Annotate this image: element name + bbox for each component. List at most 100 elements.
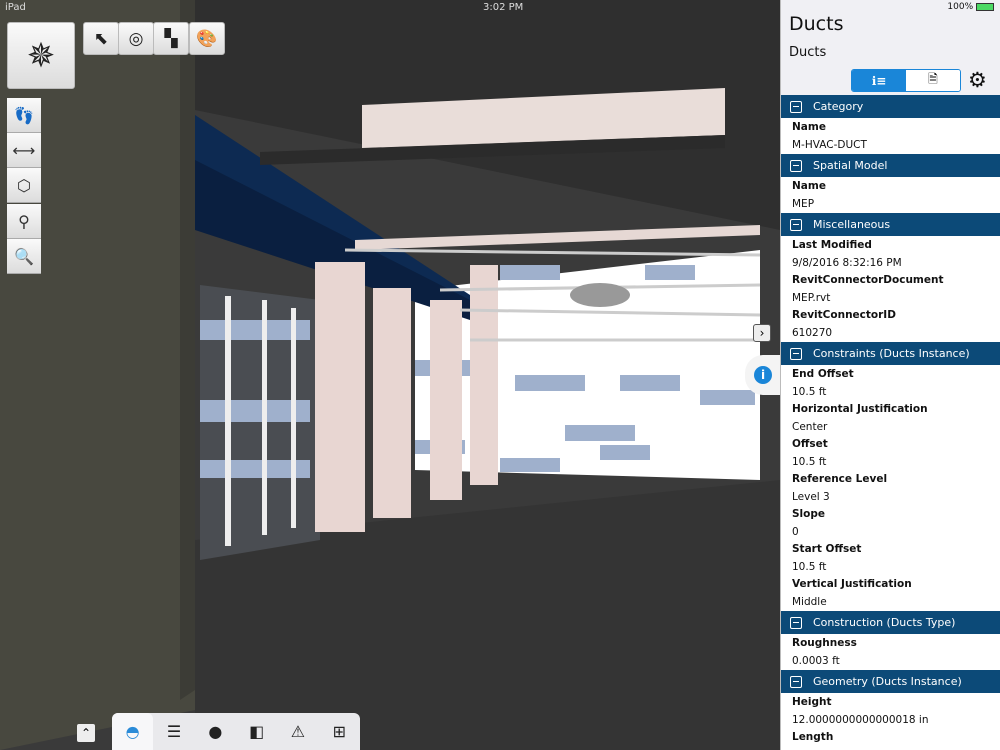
section-box-tool[interactable]: ⬡: [7, 168, 41, 203]
section-header[interactable]: Miscellaneous: [781, 213, 1000, 236]
property-value: MEP: [792, 197, 815, 210]
home-button[interactable]: ✵: [7, 22, 75, 89]
properties-tab[interactable]: ℹ≡: [852, 70, 906, 91]
select-region-button[interactable]: ⬉: [83, 22, 119, 55]
hierarchy-icon: ⊞: [332, 722, 346, 741]
collapse-icon: [790, 100, 802, 113]
hide-button[interactable]: ◎: [118, 22, 154, 55]
battery-status: 100%: [947, 2, 994, 12]
property-value: 10.5 ft: [792, 455, 827, 468]
footprints-icon: 👣: [14, 105, 34, 125]
search-tool[interactable]: 🔍: [7, 239, 41, 274]
property-label: Height: [792, 696, 832, 708]
property-value: Center: [792, 420, 828, 433]
settings-gear-icon[interactable]: ⚙: [968, 68, 987, 92]
section-header[interactable]: Construction (Ducts Type): [781, 611, 1000, 634]
objects-icon: ●: [208, 722, 223, 741]
clock: 3:02 PM: [483, 2, 524, 13]
property-value: Middle: [792, 595, 827, 608]
section-title: Construction (Ducts Type): [813, 616, 956, 629]
section-body: Roughness 0.0003 ft: [781, 634, 1000, 670]
collapse-icon: [790, 159, 802, 172]
section-title: Spatial Model: [813, 159, 888, 172]
location-tool[interactable]: ⚲: [7, 204, 41, 239]
property-label: Horizontal Justification: [792, 403, 928, 415]
ruler-icon: ⟷: [12, 140, 36, 160]
property-value: 10.5 ft: [792, 560, 827, 573]
linked-document-icon: 🗎: [928, 72, 938, 86]
tab-layers[interactable]: ☰: [153, 713, 194, 750]
tab-hierarchy[interactable]: ⊞: [319, 713, 360, 750]
section-body: Name MEP: [781, 177, 1000, 213]
property-label: RevitConnectorDocument: [792, 274, 944, 286]
property-value: 610270: [792, 326, 833, 339]
search-icon: 🔍: [14, 246, 34, 266]
select-icon: ⬉: [93, 28, 109, 49]
grid-icon: ▚: [164, 28, 178, 49]
tab-issues[interactable]: ⚠: [277, 713, 318, 750]
panel-subtitle: Ducts: [789, 45, 827, 60]
property-label: Reference Level: [792, 473, 888, 485]
property-label: Vertical Justification: [792, 578, 912, 590]
section-title: Category: [813, 100, 864, 113]
walk-tool[interactable]: 👣: [7, 98, 41, 133]
property-label: Name: [792, 121, 826, 133]
info-icon: i: [754, 366, 772, 384]
property-value: Level 3: [792, 490, 830, 503]
pin-icon: ⚲: [18, 211, 30, 231]
section-body: Name M-HVAC-DUCT: [781, 118, 1000, 154]
property-value: M-HVAC-DUCT: [792, 138, 867, 151]
collapse-icon: [790, 616, 802, 629]
property-label: Offset: [792, 438, 828, 450]
collapse-icon: [790, 347, 802, 360]
display-mode-button[interactable]: ▚: [153, 22, 189, 55]
property-label: Length: [792, 731, 834, 743]
property-value: 9/8/2016 8:32:16 PM: [792, 256, 902, 269]
view-segmented-control: ℹ≡ 🗎: [851, 69, 961, 92]
properties-panel: 100% Ducts Ducts ℹ≡ 🗎 ⚙ Category Name M-HV…: [780, 0, 1000, 750]
property-value: 10.5 ft: [792, 385, 827, 398]
section-title: Miscellaneous: [813, 218, 891, 231]
property-value: MEP.rvt: [792, 291, 831, 304]
section-header[interactable]: Geometry (Ducts Instance): [781, 670, 1000, 693]
3d-viewport[interactable]: [0, 0, 780, 750]
property-label: Name: [792, 180, 826, 192]
section-icon: ◧: [249, 722, 265, 741]
bottom-tab-bar: ◓ ☰ ● ◧ ⚠ ⊞: [112, 713, 360, 750]
section-body: Last Modified 9/8/2016 8:32:16 PM RevitCon…: [781, 236, 1000, 342]
section-title: Geometry (Ducts Instance): [813, 675, 962, 688]
battery-icon: [976, 2, 994, 11]
property-label: Roughness: [792, 637, 857, 649]
section-title: Constraints (Ducts Instance): [813, 347, 970, 360]
measure-tool[interactable]: ⟷: [7, 133, 41, 168]
cube-icon: ⬡: [17, 175, 31, 195]
tab-section[interactable]: ◧: [236, 713, 277, 750]
expand-bottom-button[interactable]: ⌃: [77, 724, 95, 742]
collapse-icon: [790, 218, 802, 231]
property-label: Start Offset: [792, 543, 862, 555]
property-value: 0.0003 ft: [792, 654, 840, 667]
info-button[interactable]: i: [745, 355, 781, 395]
property-label: End Offset: [792, 368, 854, 380]
collapse-icon: [790, 675, 802, 688]
property-label: RevitConnectorID: [792, 309, 896, 321]
appearance-button[interactable]: 🎨: [189, 22, 225, 55]
palette-icon: 🎨: [196, 28, 218, 49]
tab-objects[interactable]: ●: [195, 713, 236, 750]
property-label: Last Modified: [792, 239, 872, 251]
property-label: Slope: [792, 508, 826, 520]
collapse-panel-button[interactable]: ›: [753, 324, 771, 342]
section-body: End Offset 10.5 ft Horizontal Justificatio…: [781, 365, 1000, 611]
eye-off-icon: ◎: [128, 28, 144, 49]
property-value: 12.0000000000000018 in: [792, 713, 929, 726]
linked-docs-tab[interactable]: 🗎: [906, 70, 960, 91]
section-header[interactable]: Spatial Model: [781, 154, 1000, 177]
section-header[interactable]: Constraints (Ducts Instance): [781, 342, 1000, 365]
section-header[interactable]: Category: [781, 95, 1000, 118]
layers-icon: ☰: [166, 722, 182, 741]
panel-title: Ducts: [789, 13, 844, 35]
property-value: 0: [792, 525, 799, 538]
tab-model-browser[interactable]: ◓: [112, 713, 154, 750]
section-body: Height 12.0000000000000018 in Length: [781, 693, 1000, 747]
device-label: iPad: [5, 2, 26, 13]
